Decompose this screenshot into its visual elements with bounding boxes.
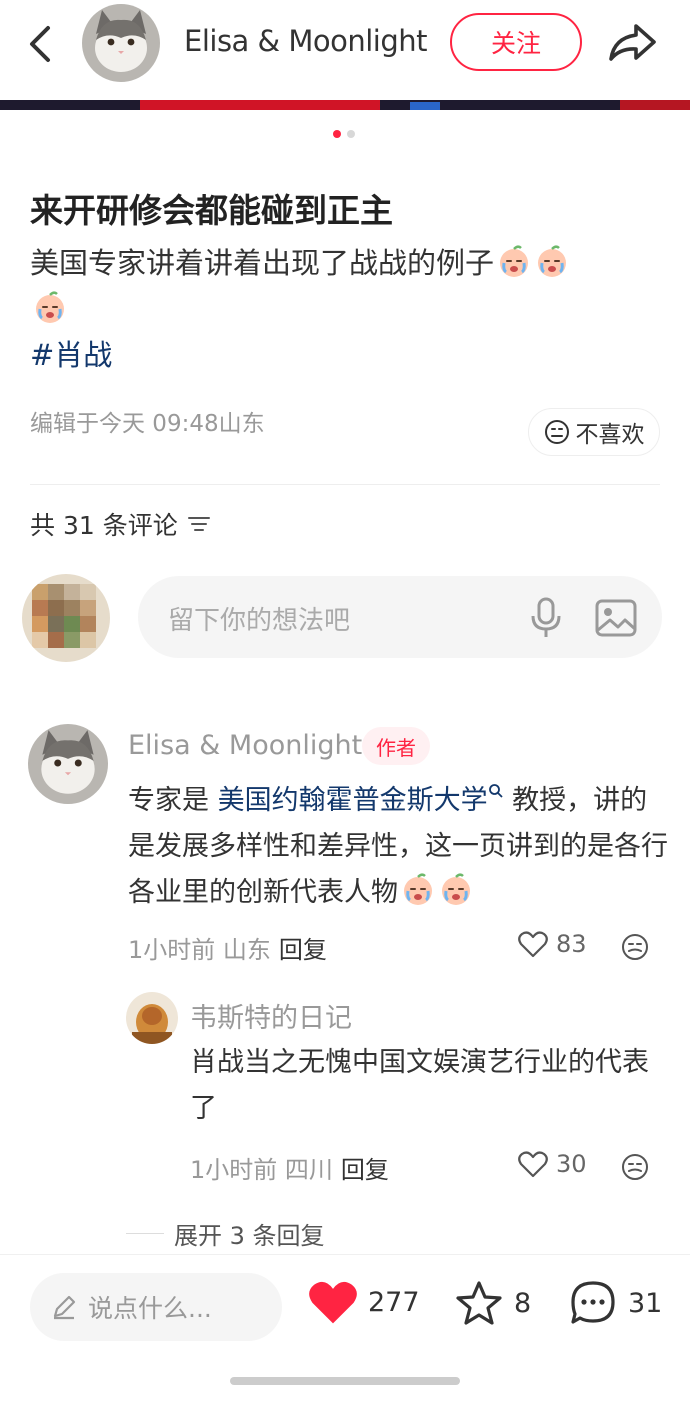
search-link[interactable]: 美国约翰霍普金斯大学 [218,785,488,816]
my-avatar [22,574,110,662]
post-body: 美国专家讲着讲着出现了战战的例子 [30,240,670,332]
post-title: 来开研修会都能碰到正主 [30,191,393,230]
reply-text: 肖战当之无愧中国文娱演艺行业的代表了 [190,1047,649,1124]
crying-emoji-icon [538,245,567,277]
comments-count-sort[interactable]: 共 31 条评论 [30,506,212,542]
share-icon [609,24,656,61]
comment-author-name[interactable]: Elisa & Moonlight [128,730,362,761]
author-avatar[interactable] [82,4,160,82]
bottom-input-placeholder: 说点什么... [88,1294,212,1323]
heart-outline-icon [518,1151,548,1178]
image-icon[interactable] [594,596,638,640]
comment-bubble-icon [571,1281,615,1324]
hashtag-link[interactable]: #肖战 [30,332,112,374]
heart-outline-icon [518,931,548,958]
like-button[interactable]: 277 [308,1279,420,1325]
comment-text: 专家是 美国约翰霍普金斯大学 教授，讲的是发展多样性和差异性，这一页讲到的是各行… [128,778,668,916]
sort-icon [187,517,210,531]
reply-button[interactable]: 回复 [341,1156,389,1184]
author-name[interactable]: Elisa & Moonlight [184,24,428,58]
emoji-react-icon[interactable] [620,1152,650,1182]
dislike-label: 不喜欢 [575,422,645,448]
back-button[interactable] [22,22,62,66]
carousel-dot-active [333,130,341,138]
favorite-button[interactable]: 8 [454,1279,531,1327]
emoji-react-icon[interactable] [620,932,650,962]
favorite-count: 8 [514,1287,532,1319]
chevron-left-icon [30,26,50,62]
expand-replies-button[interactable]: 展开 3 条回复 [126,1216,325,1251]
crying-emoji-icon [500,245,529,277]
post-edit-info: 编辑于今天 09:48山东 [30,411,265,437]
comment-avatar[interactable] [28,724,108,804]
author-badge: 作者 [362,727,430,765]
reply-avatar[interactable] [126,992,178,1044]
reply-time-location: 1小时前 四川 [190,1156,333,1184]
reply-author-name[interactable]: 韦斯特的日记 [190,996,352,1035]
reply-meta: 1小时前 四川 回复 [190,1150,389,1185]
comment-meta: 1小时前 山东 回复 [128,930,327,965]
pencil-icon [53,1295,76,1320]
crying-emoji-icon [404,873,432,905]
dislike-button[interactable]: 不喜欢 [528,408,660,456]
top-bar: Elisa & Moonlight 关注 [0,0,690,100]
comments-button[interactable]: 31 [568,1279,662,1327]
reply-like-button[interactable]: 30 [518,1150,587,1178]
comments-total: 31 [628,1287,663,1319]
expand-replies-label: 展开 3 条回复 [174,1222,325,1250]
carousel-indicator [333,130,355,138]
carousel-dot [347,130,355,138]
neutral-face-icon [544,420,569,444]
post-body-text: 美国专家讲着讲着出现了战战的例子 [30,246,495,280]
comment-text-part: 专家是 [128,785,218,816]
like-count: 277 [368,1286,420,1318]
post-image[interactable] [0,100,690,110]
comment-like-count: 83 [556,930,587,958]
microphone-icon[interactable] [526,596,566,640]
heart-filled-icon [309,1281,357,1324]
divider [30,484,660,485]
comment-input-placeholder: 留下你的想法吧 [168,606,351,636]
star-icon [456,1281,502,1325]
search-icon[interactable] [488,783,504,799]
bottom-bar: 说点什么... 277 8 31 [0,1254,690,1402]
crying-emoji-icon [442,873,470,905]
comments-count: 共 31 条评论 [30,511,178,540]
reply-like-count: 30 [556,1150,587,1178]
bottom-comment-input[interactable]: 说点什么... [30,1273,282,1341]
reply-button[interactable]: 回复 [279,936,327,964]
home-indicator [230,1377,460,1385]
crying-emoji-icon [36,291,64,323]
comment-time-location: 1小时前 山东 [128,936,271,964]
follow-button[interactable]: 关注 [450,13,582,71]
comment-like-button[interactable]: 83 [518,930,587,958]
share-button[interactable] [606,20,658,64]
comment-input[interactable]: 留下你的想法吧 [138,576,662,658]
